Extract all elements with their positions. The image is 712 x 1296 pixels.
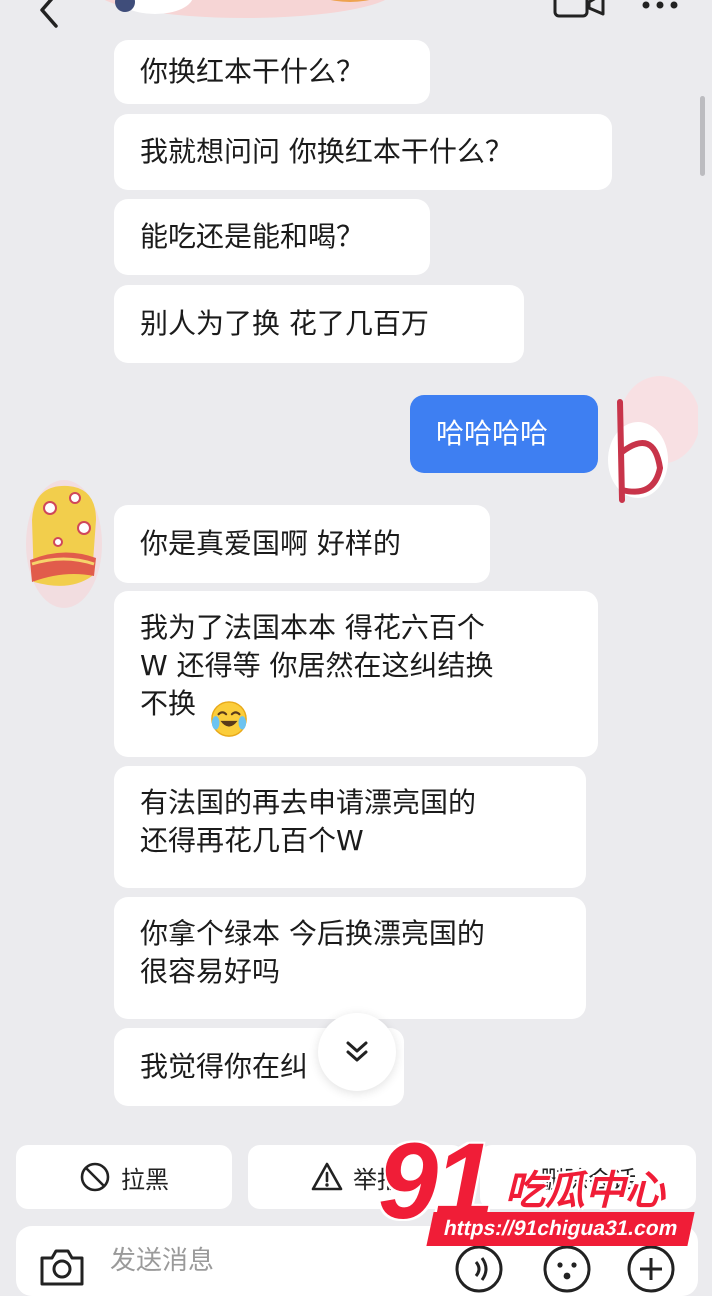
message-text: 哈哈哈哈 bbox=[436, 417, 549, 450]
scroll-to-bottom-button[interactable] bbox=[318, 1013, 396, 1091]
message-bubble[interactable]: 我就想问问 你换红本干什么？ bbox=[114, 114, 612, 190]
message-bubble[interactable]: 我为了法国本本 得花六百个 W 还得等 你居然在这纠结换 不换 bbox=[114, 591, 598, 757]
block-button[interactable]: 拉黑 bbox=[16, 1145, 232, 1209]
my-avatar[interactable] bbox=[598, 372, 698, 512]
voice-icon[interactable] bbox=[454, 1244, 504, 1294]
message-bubble[interactable]: 你拿个绿本 今后换漂亮国的 很容易好吗 bbox=[114, 897, 586, 1019]
message-text: 我就想问问 你换红本干什么？ bbox=[140, 135, 513, 168]
message-bubble[interactable]: 你是真爱国啊 好样的 bbox=[114, 505, 490, 583]
message-text: 有法国的再去申请漂亮国的 还得再花几百个W bbox=[140, 786, 477, 857]
camera-icon[interactable] bbox=[38, 1246, 86, 1286]
plus-icon[interactable] bbox=[626, 1244, 676, 1294]
message-text: 别人为了换 花了几百万 bbox=[140, 307, 429, 340]
message-text: 你是真爱国啊 好样的 bbox=[140, 527, 401, 560]
message-text: 能吃还是能和喝？ bbox=[140, 220, 365, 253]
message-text: 你换红本干什么？ bbox=[140, 55, 365, 88]
chevron-left-icon[interactable] bbox=[30, 0, 70, 32]
ban-icon bbox=[80, 1162, 110, 1192]
video-camera-icon[interactable] bbox=[553, 0, 605, 20]
message-bubble[interactable]: 你换红本干什么？ bbox=[114, 40, 430, 104]
message-bubble[interactable]: 能吃还是能和喝？ bbox=[114, 199, 430, 275]
warning-triangle-icon bbox=[311, 1162, 343, 1191]
watermark-url: https://91chigua31.com bbox=[426, 1212, 696, 1246]
watermark-title: 吃瓜中心 bbox=[505, 1168, 665, 1214]
contact-avatar[interactable] bbox=[95, 0, 395, 32]
double-chevron-down-icon bbox=[346, 1041, 368, 1062]
message-text: 我觉得你在纠 bbox=[140, 1050, 309, 1083]
message-bubble[interactable]: 有法国的再去申请漂亮国的 还得再花几百个W bbox=[114, 766, 586, 888]
block-label: 拉黑 bbox=[121, 1165, 169, 1194]
message-text: 你拿个绿本 今后换漂亮国的 很容易好吗 bbox=[140, 917, 485, 988]
sent-message-bubble[interactable]: 哈哈哈哈 bbox=[410, 395, 598, 473]
message-input[interactable] bbox=[108, 1238, 432, 1284]
message-bubble[interactable]: 别人为了换 花了几百万 bbox=[114, 285, 524, 363]
message-text: 我为了法国本本 得花六百个 W 还得等 你居然在这纠结换 不换 bbox=[140, 611, 494, 720]
emoji-icon[interactable] bbox=[542, 1244, 592, 1294]
chat-header bbox=[0, 0, 712, 44]
crying-laughing-emoji-icon bbox=[211, 701, 247, 737]
more-dots-icon[interactable] bbox=[640, 0, 680, 12]
contact-avatar[interactable] bbox=[20, 480, 102, 610]
scrollbar[interactable] bbox=[700, 96, 705, 176]
